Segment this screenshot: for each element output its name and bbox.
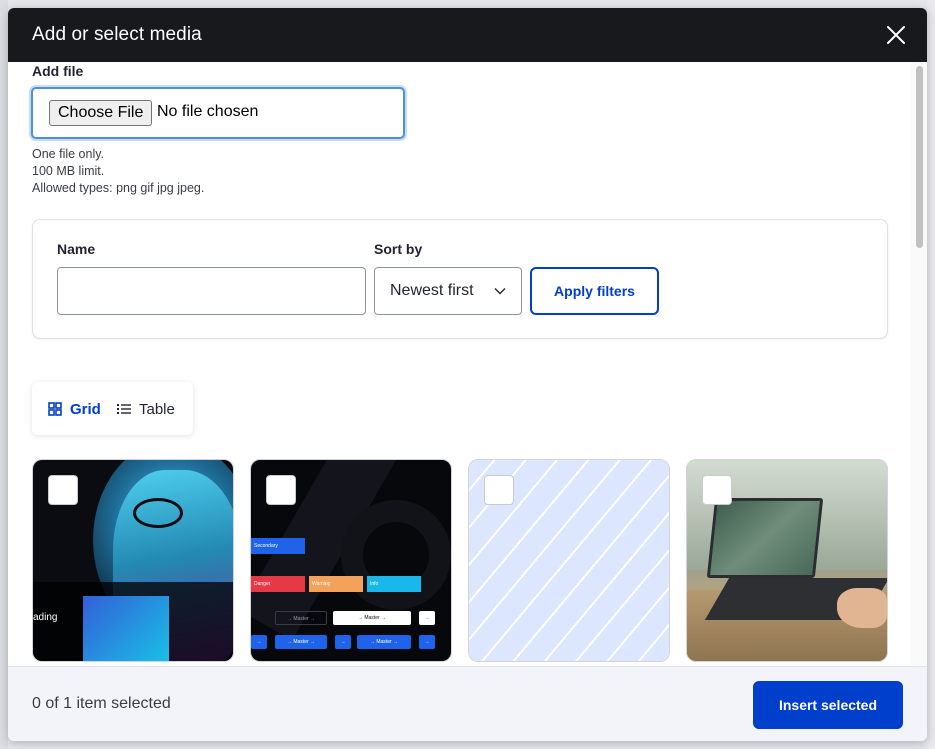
name-filter-label: Name <box>57 241 96 257</box>
backdrop <box>927 0 935 749</box>
help-line: One file only. <box>32 147 105 161</box>
media-select-checkbox[interactable] <box>266 475 296 505</box>
scrollbar-thumb[interactable] <box>916 66 923 248</box>
thumbnail-button: → Master → <box>333 611 411 625</box>
grid-view-button[interactable]: Grid <box>48 399 101 419</box>
thumbnail-button: → Master → <box>275 611 327 625</box>
media-card[interactable]: ading <box>32 459 234 662</box>
sort-by-label: Sort by <box>374 241 423 257</box>
dialog-title: Add or select media <box>32 24 202 45</box>
dialog-titlebar: Add or select media <box>8 8 927 62</box>
thumbnail-chip: Secondary <box>251 538 305 554</box>
thumbnail-button: → Master → <box>275 635 327 649</box>
media-card[interactable] <box>686 459 888 662</box>
view-switcher: Grid Table <box>32 382 193 435</box>
backdrop <box>0 0 8 749</box>
file-upload-field[interactable]: Choose File No file chosen <box>31 87 405 139</box>
thumbnail-button: → Master → <box>357 635 411 649</box>
thumbnail-chip: Info <box>367 576 421 592</box>
media-card[interactable]: Secondary Danger Warning Info → Master →… <box>250 459 452 662</box>
choose-file-button[interactable]: Choose File <box>49 100 153 126</box>
thumbnail-chip: Warning <box>309 576 363 592</box>
help-line: Allowed types: png gif jpg jpeg. <box>32 181 205 195</box>
apply-filters-button[interactable]: Apply filters <box>530 267 659 315</box>
media-select-checkbox[interactable] <box>48 475 78 505</box>
upload-help: One file only. 100 MB limit. Allowed typ… <box>32 146 204 197</box>
dialog-footer: 0 of 1 item selected Insert selected <box>8 666 927 741</box>
chevron-down-icon <box>494 288 506 295</box>
table-view-label: Table <box>139 400 175 418</box>
dialog-content: Add file Choose File No file chosen One … <box>8 62 911 666</box>
thumbnail-chip: Danger <box>251 576 305 592</box>
filters-panel: Name Sort by Newest first Apply filters <box>32 219 888 339</box>
list-icon <box>117 404 131 414</box>
thumbnail-caption: ading <box>33 612 58 623</box>
selection-count: 0 of 1 item selected <box>32 695 171 712</box>
media-select-checkbox[interactable] <box>484 475 514 505</box>
content-scrollbar[interactable] <box>911 62 927 666</box>
sort-by-select[interactable]: Newest first <box>374 267 522 315</box>
name-filter-input[interactable] <box>57 267 366 315</box>
media-select-checkbox[interactable] <box>702 475 732 505</box>
insert-selected-button[interactable]: Insert selected <box>753 681 903 729</box>
close-icon[interactable] <box>885 24 907 46</box>
grid-icon <box>48 402 62 416</box>
file-status: No file chosen <box>157 103 259 120</box>
add-file-label: Add file <box>32 63 84 79</box>
grid-view-label: Grid <box>70 400 101 418</box>
media-dialog: Add or select media Add file Choose File… <box>8 8 927 741</box>
table-view-button[interactable]: Table <box>117 399 175 419</box>
sort-by-value: Newest first <box>390 282 474 299</box>
help-line: 100 MB limit. <box>32 164 105 178</box>
media-card[interactable] <box>468 459 670 662</box>
